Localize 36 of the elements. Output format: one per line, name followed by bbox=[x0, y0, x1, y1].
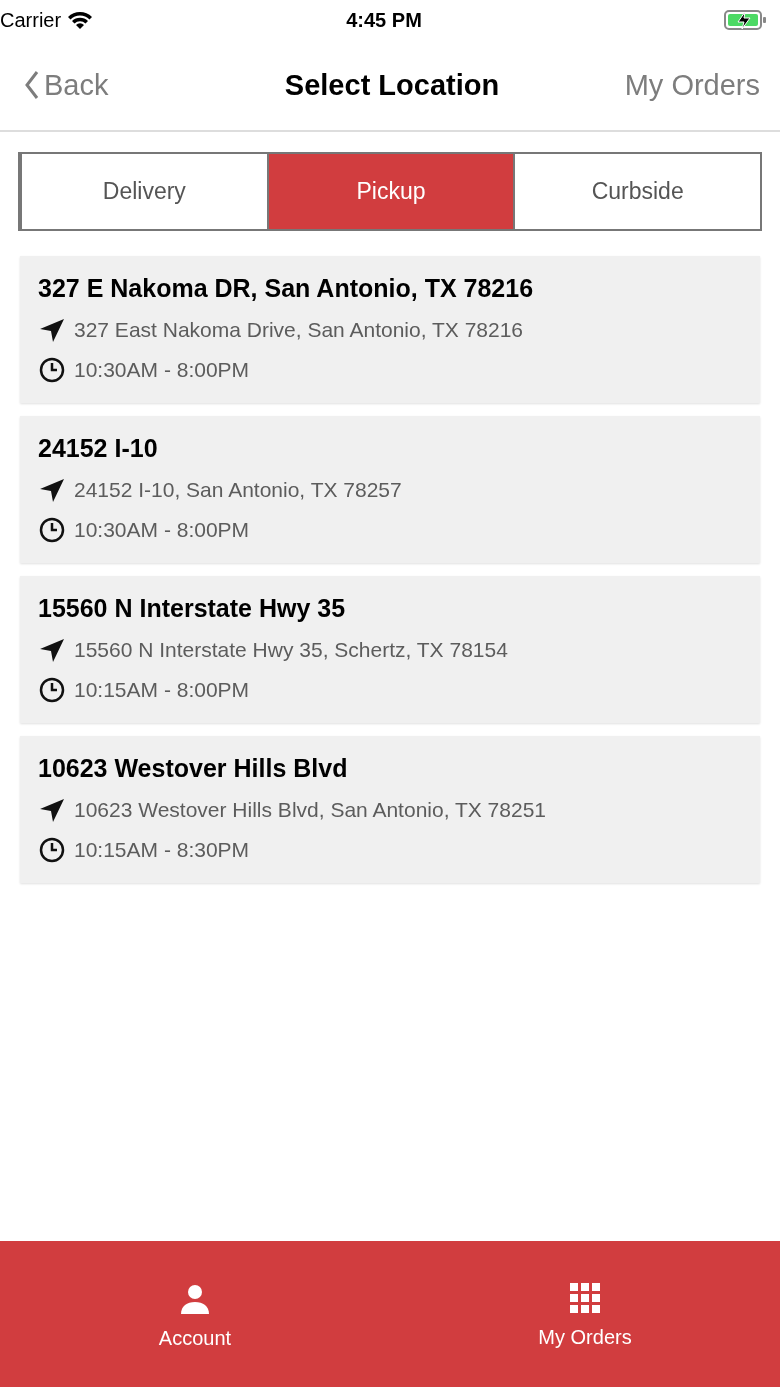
navigation-arrow-icon bbox=[38, 477, 66, 503]
clock-time: 4:45 PM bbox=[346, 8, 422, 31]
segment-tab[interactable]: Pickup bbox=[266, 154, 514, 229]
clock-icon bbox=[38, 357, 66, 383]
opening-hours: 10:15AM - 8:30PM bbox=[74, 838, 250, 862]
my-orders-link[interactable]: My Orders bbox=[624, 68, 760, 102]
grid-icon bbox=[569, 1283, 601, 1314]
location-card[interactable]: 15560 N Interstate Hwy 35 15560 N Interstate Hwy 35, Schertz, TX 78154 10:15AM - 8:00PM bbox=[20, 576, 760, 723]
carrier-label: Carrier bbox=[0, 8, 62, 32]
tab-bar-item[interactable]: Account bbox=[0, 1241, 390, 1387]
location-name: 10623 Westover Hills Blvd bbox=[38, 754, 349, 783]
chevron-left-icon bbox=[24, 70, 40, 100]
location-card[interactable]: 327 E Nakoma DR, San Antonio, TX 78216 327 East Nakoma Drive, San Antonio, TX 78216 10:30AM - 8:00PM bbox=[20, 256, 760, 403]
opening-hours: 10:30AM - 8:00PM bbox=[74, 358, 250, 382]
navigation-arrow-icon bbox=[38, 317, 66, 343]
tab-bar-item[interactable]: My Orders bbox=[390, 1241, 780, 1387]
opening-hours: 10:15AM - 8:00PM bbox=[74, 678, 250, 702]
location-name: 15560 N Interstate Hwy 35 bbox=[38, 594, 347, 623]
opening-hours: 10:30AM - 8:00PM bbox=[74, 518, 250, 542]
navigation-arrow-icon bbox=[38, 797, 66, 823]
person-icon bbox=[179, 1283, 211, 1315]
back-button[interactable]: Back bbox=[24, 68, 109, 102]
wifi-icon bbox=[67, 10, 94, 30]
clock-icon bbox=[38, 677, 66, 703]
location-address: 327 East Nakoma Drive, San Antonio, TX 78216 bbox=[74, 318, 524, 342]
location-address: 15560 N Interstate Hwy 35, Schertz, TX 78154 bbox=[74, 638, 508, 662]
navigation-arrow-icon bbox=[38, 637, 66, 663]
clock-icon bbox=[38, 517, 66, 543]
location-name: 24152 I-10 bbox=[38, 434, 159, 463]
location-address: 10623 Westover Hills Blvd, San Antonio, TX 78251 bbox=[74, 798, 546, 822]
location-card[interactable]: 24152 I-10 24152 I-10, San Antonio, TX 78257 10:30AM - 8:00PM bbox=[20, 416, 760, 563]
clock-icon bbox=[38, 837, 66, 863]
location-name: 327 E Nakoma DR, San Antonio, TX 78216 bbox=[38, 274, 535, 303]
location-card[interactable]: 10623 Westover Hills Blvd 10623 Westover Hills Blvd, San Antonio, TX 78251 10:15AM - 8:30PM bbox=[20, 736, 760, 883]
screen-title: Select Location bbox=[284, 68, 500, 102]
location-address: 24152 I-10, San Antonio, TX 78257 bbox=[74, 478, 402, 502]
